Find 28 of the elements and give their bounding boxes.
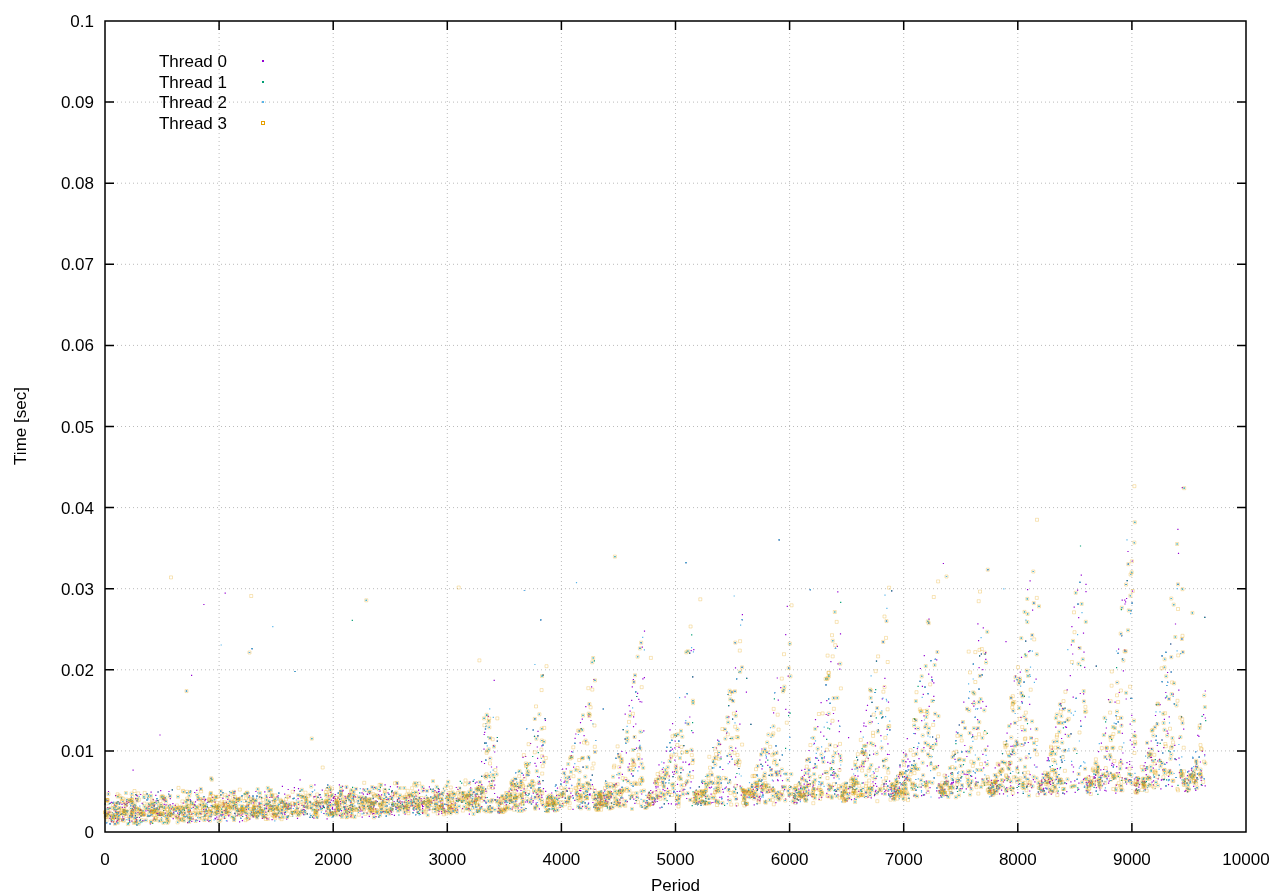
x-tick-label: 4000 <box>542 850 581 869</box>
y-tick-label: 0.09 <box>60 93 94 113</box>
x-tick-label: 10000 <box>1222 850 1270 869</box>
x-tick-label: 3000 <box>428 850 467 869</box>
y-tick-label: 0.07 <box>60 255 94 275</box>
y-tick-label: 0.03 <box>60 579 94 599</box>
x-tick-label: 1000 <box>200 850 238 869</box>
x-tick-label: 6000 <box>770 850 809 869</box>
legend-label: Thread 1 <box>158 73 227 92</box>
legend-label: Thread 0 <box>158 52 227 71</box>
y-tick-label: 0.01 <box>60 741 94 761</box>
y-tick-label: 0.08 <box>60 174 94 194</box>
x-tick-label: 9000 <box>1113 850 1151 869</box>
x-tick-label: 7000 <box>884 850 923 869</box>
y-tick-label: 0.06 <box>60 336 94 356</box>
x-tick-label: 5000 <box>656 850 695 869</box>
legend-label: Thread 3 <box>158 114 227 133</box>
x-tick-label: 2000 <box>314 850 353 869</box>
y-tick-label: 0.05 <box>60 417 94 437</box>
x-tick-label: 8000 <box>998 850 1037 869</box>
y-tick-label: 0.04 <box>60 498 94 518</box>
y-axis-label: Time [sec] <box>11 387 30 465</box>
legend-label: Thread 2 <box>158 93 227 112</box>
x-tick-label: 0 <box>100 850 110 869</box>
x-axis-label: Period <box>650 876 701 895</box>
y-tick-label: 0 <box>84 823 94 842</box>
y-tick-label: 0.02 <box>60 660 94 680</box>
y-tick-label: 0.1 <box>70 12 94 31</box>
